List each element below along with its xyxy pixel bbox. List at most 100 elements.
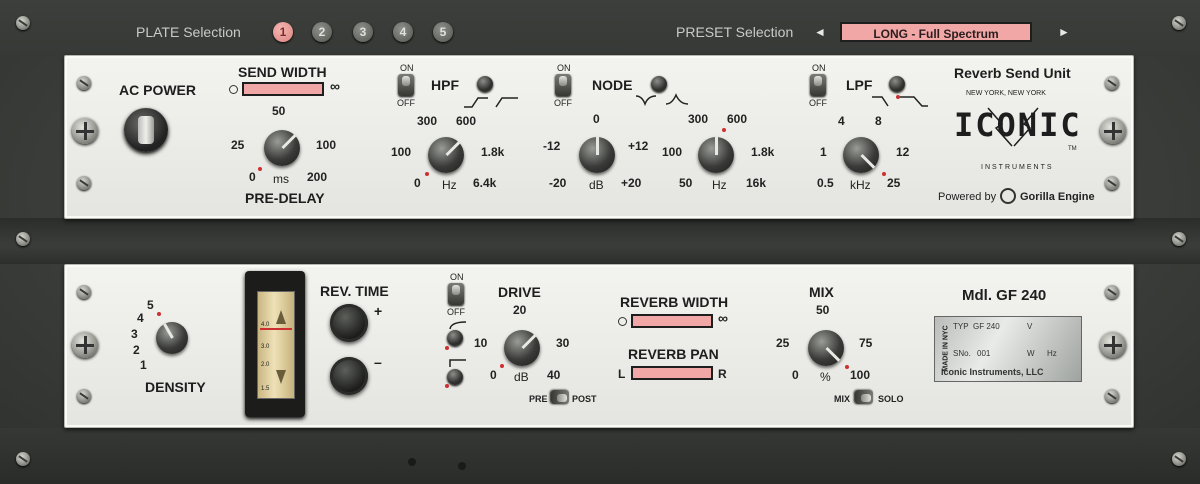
reverb-pan-slider[interactable] bbox=[631, 366, 713, 380]
density-tick-4: 4 bbox=[137, 311, 144, 325]
rev-time-increase-button[interactable] bbox=[330, 304, 368, 342]
middle-rail bbox=[0, 218, 1200, 264]
panel-screw-icon bbox=[1105, 176, 1119, 190]
density-tick-5: 5 bbox=[147, 298, 154, 312]
node-gain-knob[interactable] bbox=[579, 137, 615, 173]
brand-tm: TM bbox=[1068, 146, 1077, 152]
node-off-label: OFF bbox=[554, 98, 572, 108]
node-freq-tick-600: 600 bbox=[727, 112, 748, 126]
send-width-min-icon bbox=[229, 85, 238, 94]
drive-knob[interactable] bbox=[504, 330, 540, 366]
density-tick-3: 3 bbox=[131, 327, 138, 341]
rev-time-decrease-button[interactable] bbox=[330, 357, 368, 395]
mix-solo-switch[interactable] bbox=[855, 390, 873, 404]
meter-pointer-down-icon bbox=[276, 370, 286, 384]
lpf-tick-0.5: 0.5 bbox=[817, 176, 834, 190]
rev-time-label: REV. TIME bbox=[320, 283, 389, 299]
reverb-width-slider[interactable] bbox=[631, 314, 713, 328]
node-toggle[interactable] bbox=[555, 74, 571, 96]
density-knob[interactable] bbox=[156, 322, 188, 354]
preset-prev-arrow-icon[interactable]: ◄ bbox=[814, 25, 826, 39]
lpf-tick-25: 25 bbox=[887, 176, 901, 190]
drive-tick-10: 10 bbox=[474, 336, 488, 350]
plate-button-4[interactable]: 4 bbox=[393, 22, 413, 42]
mix-position-dot-icon bbox=[845, 365, 849, 369]
gorilla-engine-icon bbox=[1000, 188, 1016, 204]
preset-display[interactable]: LONG - Full Spectrum bbox=[840, 22, 1032, 42]
node-gain-tick-minus20: -20 bbox=[549, 176, 567, 190]
mix-unit: % bbox=[820, 370, 831, 384]
hpf-position-dot-icon bbox=[425, 172, 429, 176]
predelay-knob[interactable] bbox=[264, 130, 300, 166]
plate-button-3[interactable]: 3 bbox=[353, 22, 373, 42]
hpf-slope-knob[interactable] bbox=[477, 76, 493, 92]
chassis-hole-icon bbox=[408, 458, 416, 466]
hpf-title: HPF bbox=[431, 77, 459, 93]
predelay-tick-25: 25 bbox=[231, 138, 245, 152]
plate-button-5[interactable]: 5 bbox=[433, 22, 453, 42]
panel-screw-icon bbox=[77, 389, 91, 403]
tag-w: W bbox=[1027, 349, 1035, 358]
drive-mode-knob-1[interactable] bbox=[447, 330, 463, 346]
hpf-tick-6.4k: 6.4k bbox=[473, 176, 497, 190]
chassis-hole-icon bbox=[458, 462, 466, 470]
lpf-unit: kHz bbox=[850, 178, 871, 192]
drive-mode-knob-2[interactable] bbox=[447, 369, 463, 385]
drive-position-dot-icon bbox=[500, 364, 504, 368]
plate-button-2[interactable]: 2 bbox=[312, 22, 332, 42]
meter-needle-icon bbox=[260, 328, 292, 330]
mix-mode-label: MIX bbox=[834, 394, 851, 404]
hpf-toggle[interactable] bbox=[398, 74, 414, 96]
reverb-time-meter: 4.0 3.0 2.0 1.5 bbox=[245, 271, 305, 417]
node-freq-tick-100: 100 bbox=[662, 145, 683, 159]
lpf-position-dot-icon bbox=[882, 172, 886, 176]
node-frequency-knob[interactable] bbox=[698, 137, 734, 173]
mix-tick-100: 100 bbox=[850, 368, 871, 382]
node-gain-tick-minus12: -12 bbox=[543, 139, 561, 153]
node-shape-knob[interactable] bbox=[651, 76, 667, 92]
lpf-tick-8: 8 bbox=[875, 114, 882, 128]
plate-selection-label: PLATE Selection bbox=[136, 24, 241, 40]
reverb-pan-right-label: R bbox=[718, 367, 727, 381]
preset-next-arrow-icon[interactable]: ► bbox=[1058, 25, 1070, 39]
drive-pre-post-switch[interactable] bbox=[551, 390, 569, 404]
node-freq-position-dot-icon bbox=[722, 128, 726, 132]
mix-tick-75: 75 bbox=[859, 336, 873, 350]
drive-toggle[interactable] bbox=[448, 283, 464, 305]
rack-screw-icon bbox=[1172, 16, 1186, 30]
density-label: DENSITY bbox=[145, 379, 206, 395]
lpf-frequency-knob[interactable] bbox=[843, 137, 879, 173]
meter-mark-3.0: 3.0 bbox=[261, 344, 270, 350]
send-width-max-icon: ∞ bbox=[330, 78, 340, 94]
made-in-nyc-label: MADE IN NYC bbox=[942, 325, 950, 372]
mix-tick-25: 25 bbox=[776, 336, 790, 350]
density-position-dot-icon bbox=[157, 312, 161, 316]
density-tick-1: 1 bbox=[140, 358, 147, 372]
rack-screw-icon bbox=[1172, 232, 1186, 246]
predelay-tick-100: 100 bbox=[316, 138, 337, 152]
brand-instruments: INSTRUMENTS bbox=[981, 164, 1054, 171]
lightning-bolt-icon bbox=[987, 107, 1039, 147]
node-freq-tick-50: 50 bbox=[679, 176, 693, 190]
lpf-slope-knob[interactable] bbox=[889, 76, 905, 92]
lpf-toggle[interactable] bbox=[810, 74, 826, 96]
node-freq-tick-1.8k: 1.8k bbox=[751, 145, 775, 159]
lpf-curve-icon bbox=[872, 96, 928, 107]
ac-power-switch[interactable] bbox=[124, 108, 168, 152]
lpf-tick-4: 4 bbox=[838, 114, 845, 128]
mix-knob[interactable] bbox=[808, 330, 844, 366]
rev-time-minus-label: – bbox=[374, 354, 382, 370]
rack-screw-icon bbox=[16, 16, 30, 30]
tag-sn: SNo. bbox=[953, 349, 971, 358]
tag-sn-value: 001 bbox=[977, 349, 991, 358]
rev-time-plus-label: + bbox=[374, 303, 383, 319]
mix-label: MIX bbox=[809, 284, 834, 300]
send-width-slider[interactable] bbox=[242, 82, 324, 96]
lpf-title: LPF bbox=[846, 77, 873, 93]
drive-tick-40: 40 bbox=[547, 368, 561, 382]
brand-city: NEW YORK, NEW YORK bbox=[966, 90, 1046, 97]
hpf-frequency-knob[interactable] bbox=[428, 137, 464, 173]
plate-button-1[interactable]: 1 bbox=[273, 22, 293, 42]
tag-typ-value: GF 240 bbox=[973, 322, 1000, 331]
drive-post-label: POST bbox=[572, 394, 597, 404]
